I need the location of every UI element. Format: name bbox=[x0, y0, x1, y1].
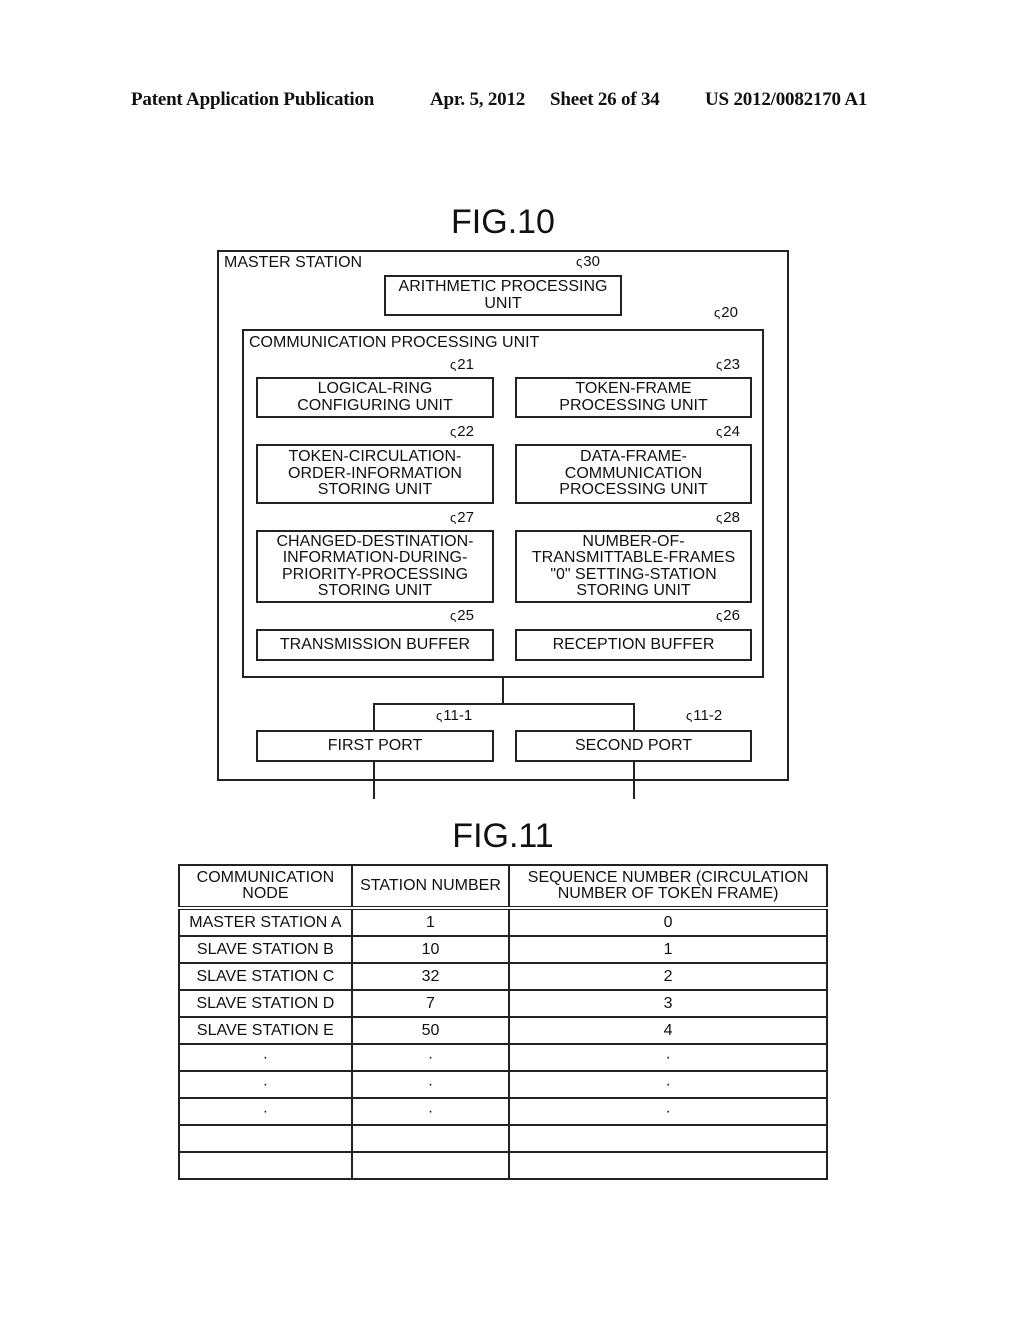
ref-26: 26 bbox=[716, 607, 740, 624]
connector-line bbox=[633, 703, 635, 731]
cell-node: · bbox=[178, 1043, 353, 1072]
cell-station-number: · bbox=[350, 1043, 511, 1072]
cell-sequence-number: 2 bbox=[508, 962, 828, 991]
transmission-buffer: TRANSMISSION BUFFER bbox=[256, 629, 494, 661]
column-header: SEQUENCE NUMBER (CIRCULATION NUMBER OF T… bbox=[508, 864, 828, 910]
sheet-number: Sheet 26 of 34 bbox=[550, 89, 660, 110]
cell-sequence-number: 3 bbox=[508, 989, 828, 1018]
ref-25: 25 bbox=[450, 607, 474, 624]
cell-sequence-number: 0 bbox=[508, 907, 828, 937]
ref-20: 20 bbox=[714, 304, 738, 321]
table-row: · · · bbox=[178, 1070, 828, 1099]
ref-22: 22 bbox=[450, 423, 474, 440]
cell-node: SLAVE STATION C bbox=[178, 962, 353, 991]
table-row bbox=[178, 1124, 828, 1153]
reception-buffer: RECEPTION BUFFER bbox=[515, 629, 752, 661]
ref-21: 21 bbox=[450, 356, 474, 373]
cell-sequence-number: · bbox=[508, 1097, 828, 1126]
cell-node bbox=[178, 1151, 353, 1180]
table-row: · · · bbox=[178, 1043, 828, 1072]
table-row: MASTER STATION A10 bbox=[178, 907, 828, 937]
cell-sequence-number: · bbox=[508, 1070, 828, 1099]
patent-number: US 2012/0082170 A1 bbox=[705, 89, 868, 110]
token-circulation-order-information-storing-unit: TOKEN-CIRCULATION- ORDER-INFORMATION STO… bbox=[256, 444, 494, 504]
cell-sequence-number bbox=[508, 1151, 828, 1180]
cell-station-number: 7 bbox=[350, 989, 511, 1018]
table-row: · · · bbox=[178, 1097, 828, 1126]
communication-processing-unit-label: COMMUNICATION PROCESSING UNIT bbox=[249, 334, 540, 351]
ref-30: 30 bbox=[576, 253, 600, 270]
number-of-transmittable-frames-setting-station-storing-unit: NUMBER-OF- TRANSMITTABLE-FRAMES "0" SETT… bbox=[515, 530, 752, 603]
connector-line bbox=[373, 703, 375, 731]
cell-node: MASTER STATION A bbox=[178, 907, 353, 937]
column-header: COMMUNICATION NODE bbox=[178, 864, 353, 910]
cell-sequence-number: 1 bbox=[508, 935, 828, 964]
connector-line bbox=[373, 703, 635, 705]
table-row: SLAVE STATION B 10 1 bbox=[178, 935, 828, 964]
fig11-title: FIG.11 bbox=[452, 817, 554, 855]
ref-23: 23 bbox=[716, 356, 740, 373]
cell-station-number: · bbox=[350, 1070, 511, 1099]
cell-node: SLAVE STATION B bbox=[178, 935, 353, 964]
cell-station-number: 50 bbox=[350, 1016, 511, 1045]
ref-11-2: 11-2 bbox=[686, 707, 722, 724]
cell-station-number: 1 bbox=[350, 907, 511, 937]
changed-destination-information-storing-unit: CHANGED-DESTINATION- INFORMATION-DURING-… bbox=[256, 530, 494, 603]
second-port-line bbox=[633, 762, 635, 799]
ref-27: 27 bbox=[450, 509, 474, 526]
ref-28: 28 bbox=[716, 509, 740, 526]
cell-node: SLAVE STATION D bbox=[178, 989, 353, 1018]
cell-station-number bbox=[350, 1151, 511, 1180]
column-header: STATION NUMBER bbox=[350, 864, 511, 910]
table-row: SLAVE STATION D73 bbox=[178, 989, 828, 1018]
token-frame-processing-unit: TOKEN-FRAME PROCESSING UNIT bbox=[515, 377, 752, 418]
cell-node: · bbox=[178, 1097, 353, 1126]
ref-11-1: 11-1 bbox=[436, 707, 472, 724]
first-port: FIRST PORT bbox=[256, 730, 494, 762]
publication-date: Apr. 5, 2012 bbox=[430, 89, 526, 110]
master-station-label: MASTER STATION bbox=[224, 254, 363, 271]
table-header-row: COMMUNICATION NODE STATION NUMBER SEQUEN… bbox=[178, 864, 828, 910]
fig10-title: FIG.10 bbox=[451, 203, 555, 241]
cell-sequence-number bbox=[508, 1124, 828, 1153]
publication-label: Patent Application Publication bbox=[131, 89, 375, 110]
data-frame-communication-processing-unit: DATA-FRAME- COMMUNICATION PROCESSING UNI… bbox=[515, 444, 752, 504]
cell-sequence-number: 4 bbox=[508, 1016, 828, 1045]
cell-station-number bbox=[350, 1124, 511, 1153]
cell-node: SLAVE STATION E bbox=[178, 1016, 353, 1045]
table-row: SLAVE STATION C 32 2 bbox=[178, 962, 828, 991]
logical-ring-configuring-unit: LOGICAL-RING CONFIGURING UNIT bbox=[256, 377, 494, 418]
arithmetic-processing-unit: ARITHMETIC PROCESSING UNIT bbox=[384, 275, 622, 316]
first-port-line bbox=[373, 762, 375, 799]
cell-node bbox=[178, 1124, 353, 1153]
table-row: SLAVE STATION E 50 4 bbox=[178, 1016, 828, 1045]
cell-station-number: 10 bbox=[350, 935, 511, 964]
token-circulation-table: COMMUNICATION NODE STATION NUMBER SEQUEN… bbox=[178, 864, 828, 1180]
cell-node: · bbox=[178, 1070, 353, 1099]
cell-station-number: · bbox=[350, 1097, 511, 1126]
table-row bbox=[178, 1151, 828, 1180]
ref-24: 24 bbox=[716, 423, 740, 440]
cell-sequence-number: · bbox=[508, 1043, 828, 1072]
connector-line bbox=[502, 678, 504, 705]
second-port: SECOND PORT bbox=[515, 730, 752, 762]
cell-station-number: 32 bbox=[350, 962, 511, 991]
